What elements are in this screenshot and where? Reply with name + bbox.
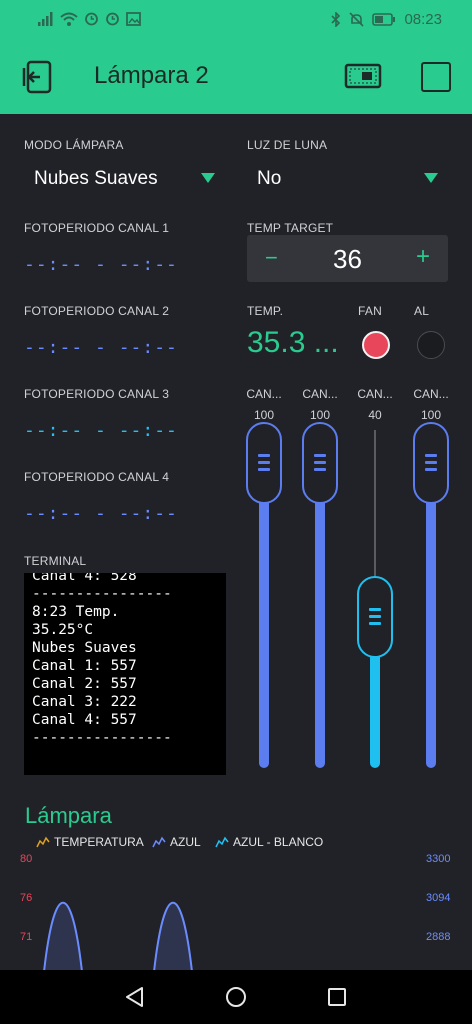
stop-button[interactable]: [421, 62, 451, 92]
slider-handle[interactable]: [302, 422, 338, 504]
alarm-icon: [106, 12, 119, 26]
temp-target-stepper: − 36 +: [247, 235, 448, 282]
battery-icon: [372, 13, 396, 26]
increment-button[interactable]: +: [416, 243, 430, 271]
luz-de-luna-value: No: [257, 168, 282, 189]
al-label: AL: [414, 304, 430, 318]
status-bar: 08:23: [0, 0, 472, 40]
back-icon[interactable]: [124, 986, 146, 1008]
status-icons-left: [38, 11, 141, 26]
grip-icon: [314, 461, 326, 464]
slider-value: 100: [309, 408, 331, 422]
luz-de-luna-label: LUZ DE LUNA: [247, 138, 328, 152]
grip-icon: [425, 461, 437, 464]
grip-icon: [425, 454, 437, 457]
line-chart-icon: [36, 836, 50, 848]
page-title: Lámpara 2: [94, 62, 209, 89]
recents-icon[interactable]: [326, 986, 348, 1008]
slider-label: CAN...: [413, 387, 449, 401]
terminal-text: Canal 4: 528 ---------------- 8:23 Temp.…: [32, 573, 172, 746]
bluetooth-icon: [331, 12, 341, 27]
series-line-azul: [43, 901, 193, 970]
system-nav-bar: [0, 970, 472, 1024]
grip-icon: [258, 461, 270, 464]
grip-icon: [314, 454, 326, 457]
grip-icon: [369, 614, 381, 618]
fotoperiodo-2-label: FOTOPERIODO CANAL 2: [24, 304, 170, 318]
grip-icon: [314, 468, 326, 471]
slider-track-fill[interactable]: [426, 463, 436, 768]
slider-label: CAN...: [246, 387, 282, 401]
fotoperiodo-1-label: FOTOPERIODO CANAL 1: [24, 221, 170, 235]
legend-label: TEMPERATURA: [54, 835, 144, 849]
image-icon: [126, 11, 141, 26]
line-chart-icon: [215, 836, 229, 848]
fotoperiodo-2-value[interactable]: --:-- - --:--: [24, 337, 178, 358]
line-chart-icon: [152, 836, 166, 848]
legend-item-temperatura[interactable]: TEMPERATURA: [36, 835, 144, 849]
legend-item-azul-blanco[interactable]: AZUL - BLANCO: [215, 835, 323, 849]
fotoperiodo-3-label: FOTOPERIODO CANAL 3: [24, 387, 170, 401]
slider-value: 40: [368, 408, 382, 422]
signal-icon: [38, 11, 53, 26]
al-led-indicator: [417, 331, 445, 359]
slider-handle[interactable]: [246, 422, 282, 504]
chevron-down-icon: [201, 173, 215, 183]
grip-icon: [369, 621, 381, 625]
fan-label: FAN: [358, 304, 382, 318]
temp-value: 35.3 ...: [247, 326, 339, 359]
slider-track-fill[interactable]: [259, 463, 269, 768]
legend-label: AZUL: [170, 835, 201, 849]
slider-value: 100: [253, 408, 275, 422]
slider-track-empty: [374, 430, 376, 576]
wifi-icon: [60, 12, 78, 26]
slider-handle[interactable]: [413, 422, 449, 504]
legend-item-azul[interactable]: AZUL: [152, 835, 201, 849]
status-time: 08:23: [404, 11, 442, 28]
temp-label: TEMP.: [247, 304, 284, 318]
terminal-output[interactable]: Canal 4: 528 ---------------- 8:23 Temp.…: [24, 573, 226, 775]
terminal-label: TERMINAL: [24, 554, 87, 568]
chevron-down-icon: [424, 173, 438, 183]
fotoperiodo-4-value[interactable]: --:-- - --:--: [24, 503, 178, 524]
slider-label: CAN...: [357, 387, 393, 401]
grip-icon: [258, 468, 270, 471]
modo-lampara-value: Nubes Suaves: [34, 168, 158, 189]
slider-handle[interactable]: [357, 575, 393, 658]
temp-target-label: TEMP TARGET: [247, 221, 334, 235]
chart-title: Lámpara: [25, 803, 112, 828]
fan-led-indicator: [362, 331, 390, 359]
legend-label: AZUL - BLANCO: [233, 835, 324, 849]
grip-icon: [369, 607, 381, 611]
app-bar: Lámpara 2: [0, 40, 472, 114]
grip-icon: [258, 454, 270, 457]
fotoperiodo-4-label: FOTOPERIODO CANAL 4: [24, 470, 170, 484]
home-icon[interactable]: [225, 986, 247, 1008]
fotoperiodo-3-value[interactable]: --:-- - --:--: [24, 420, 178, 441]
device-status-icon[interactable]: [344, 62, 382, 90]
exit-icon[interactable]: [20, 60, 54, 94]
alarm-icon: [85, 12, 98, 26]
slider-label: CAN...: [302, 387, 338, 401]
grip-icon: [425, 468, 437, 471]
mute-icon: [349, 12, 365, 27]
slider-value: 100: [420, 408, 442, 422]
fotoperiodo-1-value[interactable]: --:-- - --:--: [24, 254, 178, 275]
modo-lampara-label: MODO LÁMPARA: [24, 138, 124, 152]
status-icons-right: 08:23: [331, 11, 442, 28]
line-chart[interactable]: [0, 850, 472, 970]
slider-track-fill[interactable]: [315, 463, 325, 768]
